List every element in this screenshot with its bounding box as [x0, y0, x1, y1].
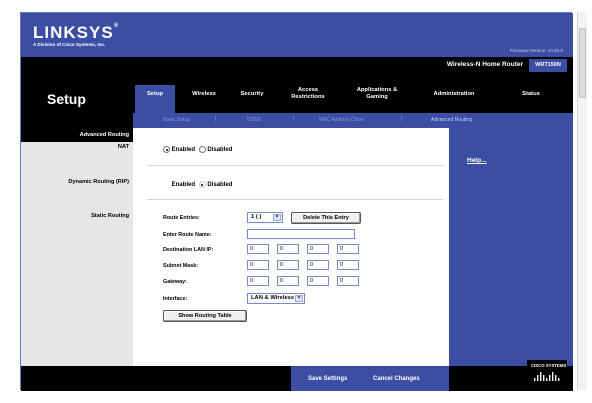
- route-name-label: Enter Route Name:: [163, 232, 212, 238]
- nat-disabled-radio[interactable]: [198, 146, 206, 153]
- nat-disabled-label: Disabled: [207, 146, 233, 153]
- gateway-label: Gateway:: [163, 279, 187, 285]
- destination-ip-label: Destination LAN IP:: [163, 247, 214, 253]
- route-entries-label: Route Entries:: [163, 215, 200, 221]
- tab-security[interactable]: Security: [233, 91, 271, 98]
- logo-subtitle: A Division of Cisco Systems, Inc.: [33, 42, 106, 47]
- subnet-mask-label: Subnet Mask:: [163, 263, 199, 269]
- subnet-mask-octet-4[interactable]: 0: [337, 260, 359, 270]
- nat-radio-group: Enabled Disabled: [163, 146, 234, 153]
- advanced-routing-heading: Advanced Routing: [79, 132, 129, 138]
- destination-ip-octet-3[interactable]: 0: [307, 244, 329, 254]
- divider: [147, 199, 443, 200]
- destination-ip-octet-2[interactable]: 0: [277, 244, 299, 254]
- router-page: LINKSYS® A Division of Cisco Systems, In…: [20, 12, 573, 391]
- gateway-octet-1[interactable]: 0: [247, 276, 269, 286]
- rip-disabled-label: Disabled: [207, 181, 233, 188]
- chevron-down-icon: ▼: [273, 214, 281, 221]
- subnet-mask-octet-1[interactable]: 0: [247, 260, 269, 270]
- subnav-basic-setup[interactable]: Basic Setup: [163, 117, 190, 123]
- delete-entry-button[interactable]: Delete This Entry: [291, 212, 361, 224]
- gateway-octet-4[interactable]: 0: [337, 276, 359, 286]
- header: LINKSYS® A Division of Cisco Systems, In…: [21, 13, 573, 57]
- scrollbar-thumb[interactable]: [579, 28, 586, 98]
- rip-disabled-radio[interactable]: [198, 181, 206, 188]
- model-number: WRT150N: [529, 59, 567, 72]
- subnav-separator: |: [215, 116, 217, 122]
- help-link[interactable]: Help...: [467, 157, 487, 164]
- firmware-version: Firmware Version: v0.00.0: [509, 48, 563, 53]
- tab-wireless[interactable]: Wireless: [185, 91, 223, 98]
- product-name: Wireless-N Home Router: [446, 61, 523, 68]
- rip-enabled-radio[interactable]: [163, 181, 170, 188]
- subnet-mask-octet-2[interactable]: 0: [277, 260, 299, 270]
- nat-enabled-radio[interactable]: [163, 146, 170, 153]
- interface-label: Interface:: [163, 296, 188, 302]
- route-name-input[interactable]: [247, 229, 355, 239]
- section-title: Setup: [47, 91, 86, 107]
- rip-enabled-label: Enabled: [171, 181, 196, 188]
- scrollbar[interactable]: [577, 12, 587, 390]
- subnav-ddns[interactable]: DDNS: [247, 117, 261, 123]
- gateway-octet-3[interactable]: 0: [307, 276, 329, 286]
- subnav-advanced-routing[interactable]: Advanced Routing: [431, 117, 472, 123]
- linksys-logo: LINKSYS®: [33, 23, 120, 42]
- destination-ip-octet-4[interactable]: 0: [337, 244, 359, 254]
- tab-status[interactable]: Status: [509, 91, 553, 98]
- subnav-separator: |: [401, 116, 403, 122]
- cisco-logo-text: CISCO SYSTEMS: [531, 363, 567, 368]
- interface-select[interactable]: LAN & Wireless ▼: [247, 293, 305, 304]
- cisco-bridge-icon: [534, 372, 560, 381]
- route-entries-select[interactable]: 1 ( ) ▼: [247, 212, 283, 223]
- chevron-down-icon: ▼: [295, 295, 303, 302]
- left-label-column: [21, 128, 133, 366]
- nat-enabled-label: Enabled: [171, 146, 196, 153]
- subnav-mac-address-clone[interactable]: MAC Address Clone: [319, 117, 364, 123]
- nat-label: NAT: [117, 144, 129, 150]
- tab-access-restrictions[interactable]: Access Restrictions: [283, 87, 333, 101]
- save-settings-button[interactable]: Save Settings: [308, 376, 347, 382]
- tab-applications-gaming[interactable]: Applications & Gaming: [349, 87, 405, 101]
- subnav-separator: |: [293, 116, 295, 122]
- destination-ip-octet-1[interactable]: 0: [247, 244, 269, 254]
- cancel-changes-button[interactable]: Cancel Changes: [373, 376, 420, 382]
- active-tab-highlight: [135, 85, 175, 113]
- static-routing-label: Static Routing: [91, 213, 129, 219]
- divider: [147, 165, 443, 166]
- tab-setup[interactable]: Setup: [141, 91, 169, 98]
- tab-administration[interactable]: Administration: [419, 91, 489, 98]
- rip-radio-group: Enabled Disabled: [163, 181, 234, 188]
- show-routing-table-button[interactable]: Show Routing Table: [163, 310, 247, 322]
- gateway-octet-2[interactable]: 0: [277, 276, 299, 286]
- subnet-mask-octet-3[interactable]: 0: [307, 260, 329, 270]
- dynamic-routing-label: Dynamic Routing (RIP): [68, 179, 129, 185]
